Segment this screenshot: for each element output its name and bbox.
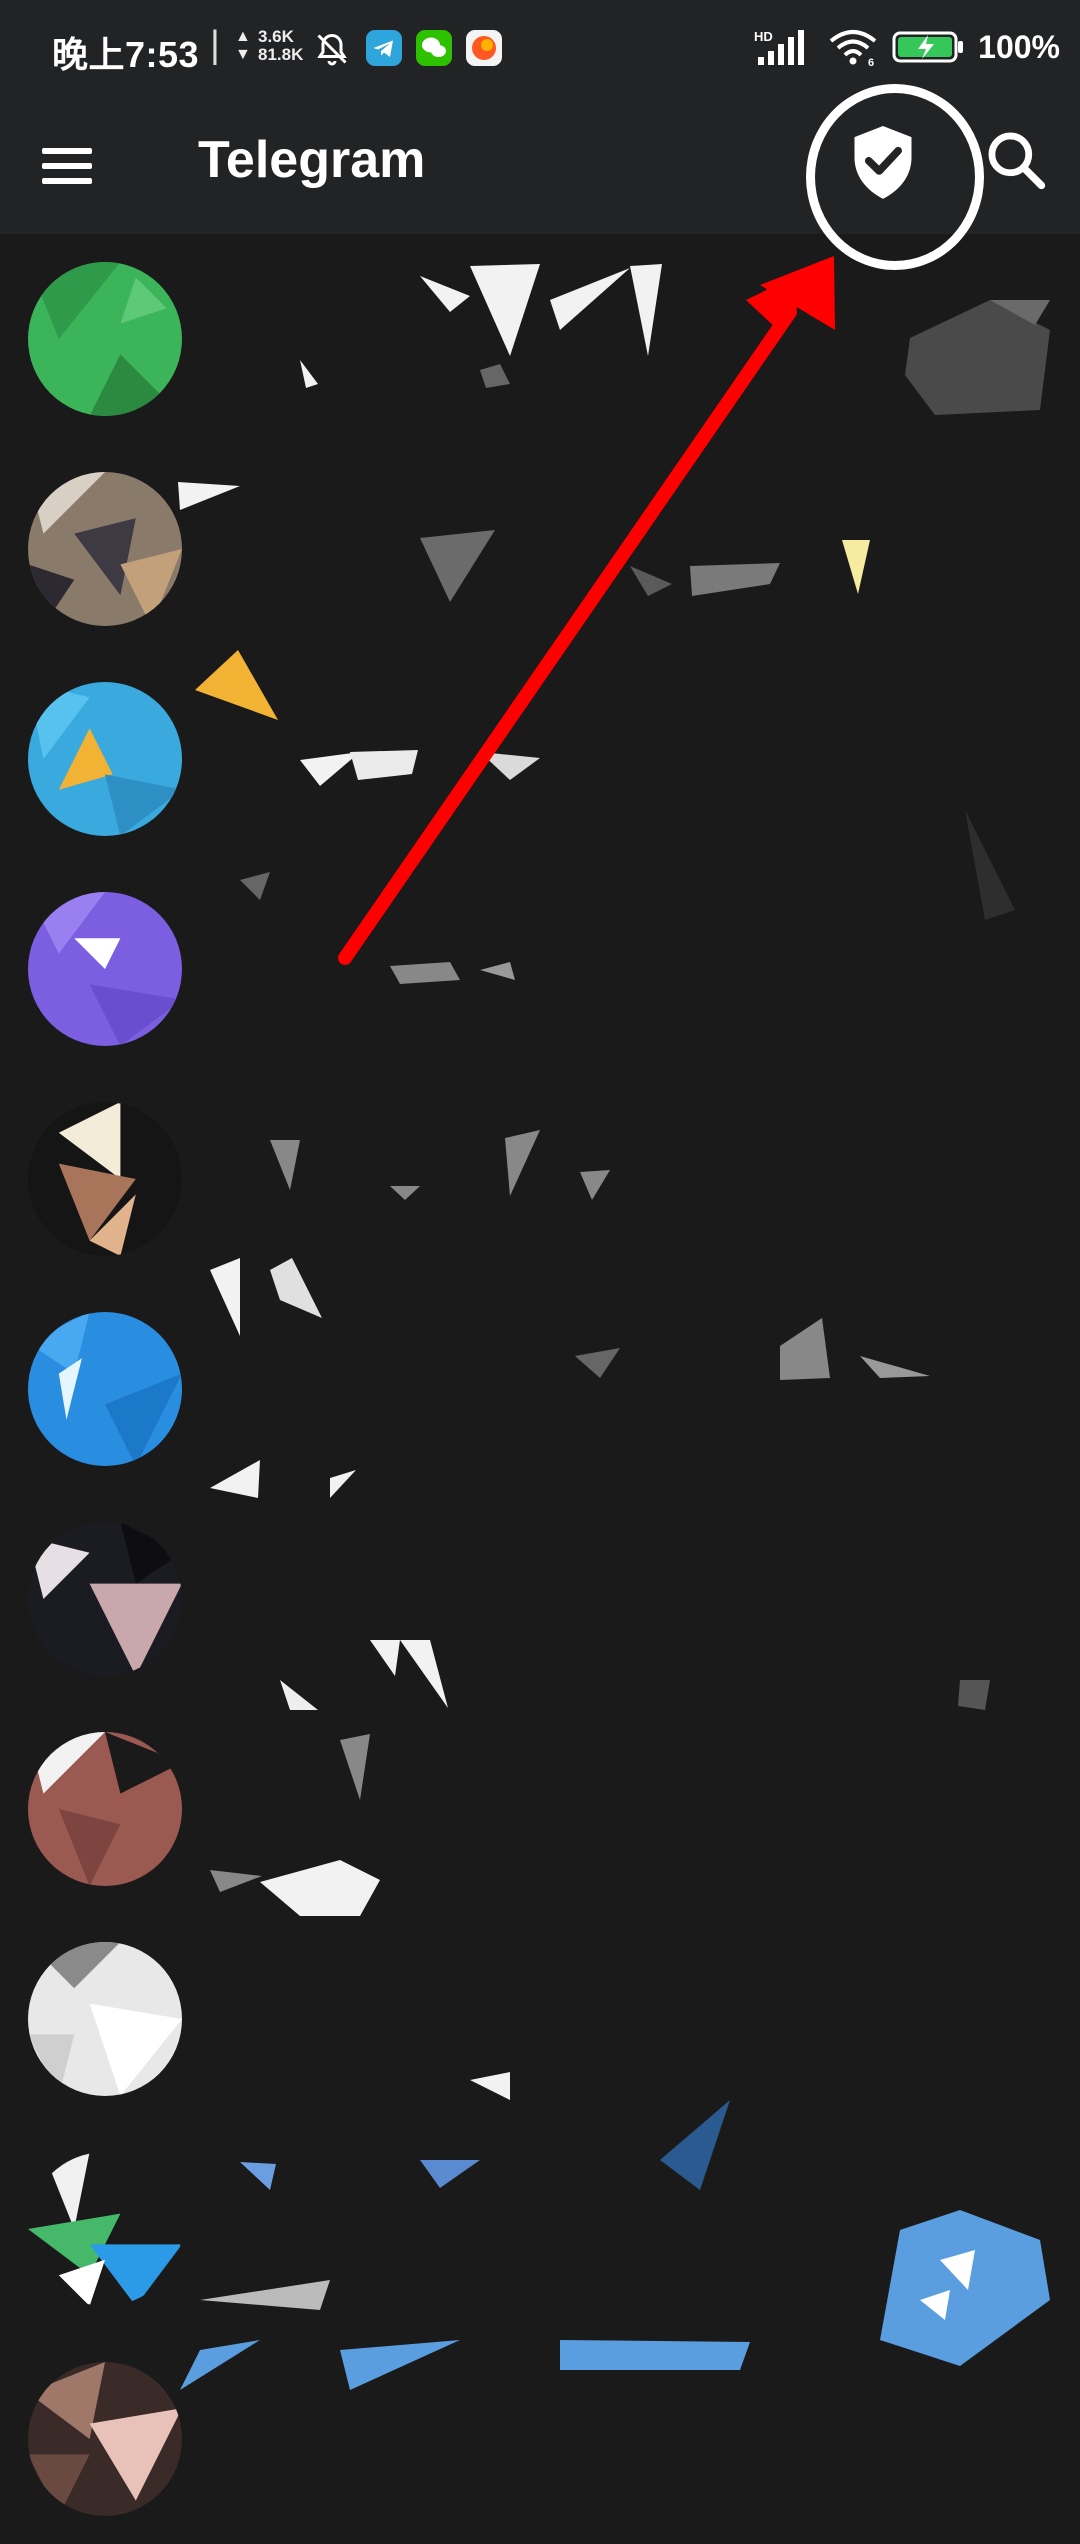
mute-bell-icon [317,33,347,66]
svg-text:6: 6 [868,57,874,67]
download-speed: 81.8K [258,45,304,64]
status-right-group: HD 6 100% [754,22,1060,72]
chat-row[interactable] [0,1914,1080,2124]
chat-row[interactable] [0,864,1080,1074]
chat-row[interactable] [0,1704,1080,1914]
chat-row[interactable] [0,2124,1080,2334]
search-button[interactable] [982,126,1050,194]
avatar [28,1942,182,2096]
chat-row[interactable] [0,654,1080,864]
avatar [28,1522,182,1676]
menu-icon-line [42,148,92,154]
avatar [28,262,182,416]
chat-row[interactable] [0,2334,1080,2544]
battery-charging-icon [892,31,964,63]
avatar [28,892,182,1046]
menu-icon-line [42,178,92,184]
wifi-icon: 6 [829,30,877,67]
battery-percent: 100% [978,28,1060,65]
avatar [28,472,182,626]
svg-text:HD: HD [754,29,773,44]
avatar [28,1732,182,1886]
search-icon [988,132,1046,190]
avatar [28,1102,182,1256]
wechat-app-icon [416,30,452,66]
page-title: Telegram [198,131,426,189]
menu-icon-line [42,163,92,169]
chat-row[interactable] [0,1494,1080,1704]
orange-app-icon [466,30,502,66]
network-speed: 3.6K 81.8K [258,28,303,64]
chat-row[interactable] [0,444,1080,654]
status-separator: | [210,24,220,66]
menu-button[interactable] [42,138,102,194]
avatar [28,2362,182,2516]
avatar [28,682,182,836]
upload-speed: 3.6K [258,27,294,46]
status-bar: 晚上7:53 | ▲ ▼ 3.6K 81.8K HD 6 100% [0,0,1080,96]
telegram-app-icon [366,30,402,66]
chat-row[interactable] [0,1284,1080,1494]
highlight-circle [806,84,984,270]
signal-icon: HD [754,29,805,65]
chat-list [0,234,1080,2516]
network-arrows-icon: ▲ ▼ [235,28,251,63]
chat-row[interactable] [0,1074,1080,1284]
avatar [28,2152,182,2306]
status-time: 晚上7:53 [52,34,200,75]
avatar [28,1312,182,1466]
